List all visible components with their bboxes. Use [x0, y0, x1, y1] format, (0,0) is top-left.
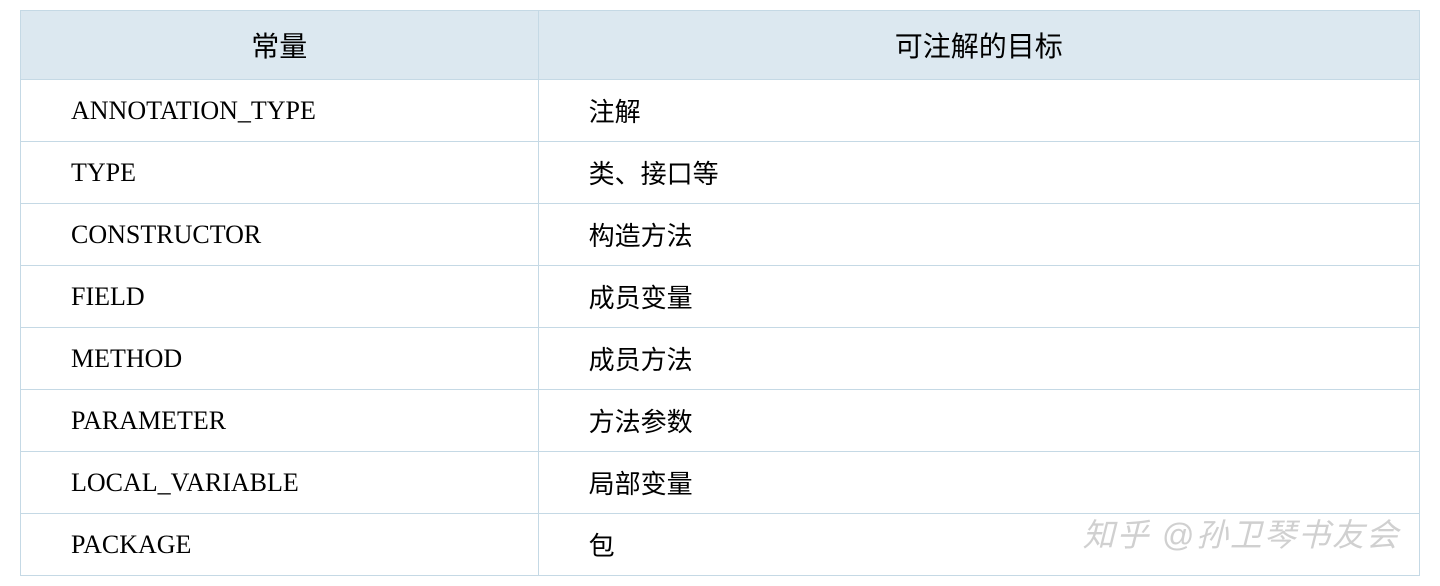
table-row: ANNOTATION_TYPE 注解 [21, 80, 1420, 142]
cell-target: 类、接口等 [538, 142, 1419, 204]
table-row: PACKAGE 包 [21, 514, 1420, 576]
table-row: TYPE 类、接口等 [21, 142, 1420, 204]
header-constant: 常量 [21, 11, 539, 80]
table-header-row: 常量 可注解的目标 [21, 11, 1420, 80]
cell-constant: METHOD [21, 328, 539, 390]
cell-constant: FIELD [21, 266, 539, 328]
cell-constant: ANNOTATION_TYPE [21, 80, 539, 142]
cell-constant: LOCAL_VARIABLE [21, 452, 539, 514]
annotation-target-table: 常量 可注解的目标 ANNOTATION_TYPE 注解 TYPE 类、接口等 … [20, 10, 1420, 576]
table-body: ANNOTATION_TYPE 注解 TYPE 类、接口等 CONSTRUCTO… [21, 80, 1420, 576]
cell-target: 注解 [538, 80, 1419, 142]
cell-target: 构造方法 [538, 204, 1419, 266]
cell-constant: TYPE [21, 142, 539, 204]
cell-target: 包 [538, 514, 1419, 576]
cell-target: 成员方法 [538, 328, 1419, 390]
table-row: CONSTRUCTOR 构造方法 [21, 204, 1420, 266]
cell-target: 成员变量 [538, 266, 1419, 328]
cell-constant: PARAMETER [21, 390, 539, 452]
table-row: PARAMETER 方法参数 [21, 390, 1420, 452]
cell-target: 局部变量 [538, 452, 1419, 514]
cell-constant: CONSTRUCTOR [21, 204, 539, 266]
cell-constant: PACKAGE [21, 514, 539, 576]
table-row: FIELD 成员变量 [21, 266, 1420, 328]
table-row: LOCAL_VARIABLE 局部变量 [21, 452, 1420, 514]
header-target: 可注解的目标 [538, 11, 1419, 80]
table-row: METHOD 成员方法 [21, 328, 1420, 390]
cell-target: 方法参数 [538, 390, 1419, 452]
